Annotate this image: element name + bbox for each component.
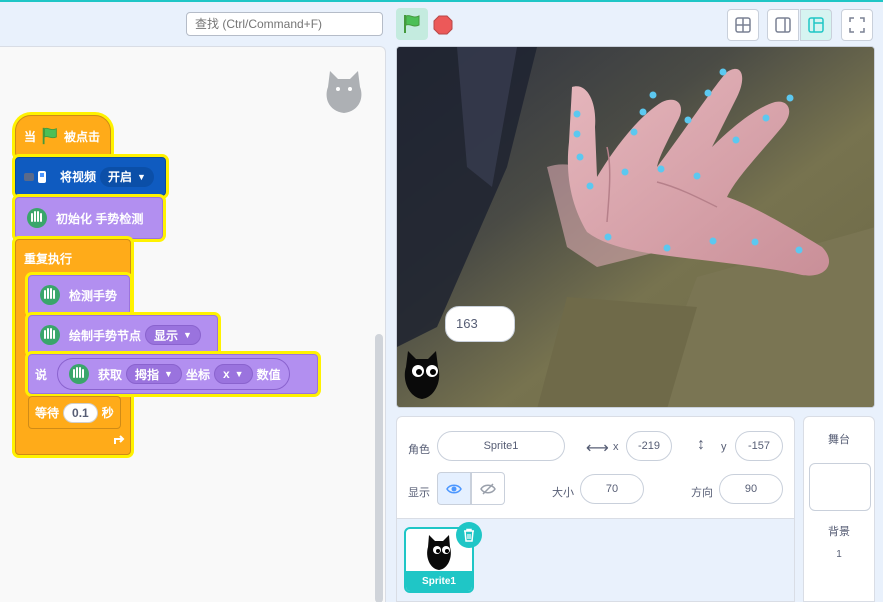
size-value: 70	[605, 483, 619, 495]
get-label: 获取	[98, 367, 123, 382]
loop-arrow-icon	[114, 435, 125, 444]
green-flag-button[interactable]	[396, 8, 428, 40]
video-label: 将视频	[60, 170, 97, 184]
backdrop-count: 1	[836, 549, 842, 560]
gesture-extension-icon	[24, 205, 50, 231]
wait-label: 等待	[35, 406, 60, 420]
stage-panel-title: 舞台	[828, 434, 850, 446]
large-stage-button[interactable]	[800, 9, 832, 41]
fullscreen-icon	[849, 17, 865, 33]
green-flag-icon	[42, 127, 57, 145]
stop-icon[interactable]	[433, 15, 453, 35]
eye-slash-icon	[480, 482, 496, 495]
chevron-down-icon: ▼	[164, 369, 173, 379]
y-label: y	[721, 441, 727, 453]
draw-state-dropdown[interactable]: 显示 ▼	[145, 325, 201, 345]
fullscreen-button[interactable]	[841, 9, 873, 41]
speech-bubble: 163	[445, 306, 515, 342]
y-input[interactable]: -157	[735, 431, 783, 461]
direction-input[interactable]: 90	[719, 474, 783, 504]
sprite-name-value: Sprite1	[483, 440, 519, 452]
video-state-value: 开启	[108, 170, 133, 184]
axis-dropdown[interactable]: x ▼	[213, 364, 253, 384]
draw-label: 绘制手势节点	[69, 328, 142, 343]
eye-icon	[446, 484, 462, 493]
draw-landmarks-block[interactable]: 绘制手势节点 显示 ▼	[28, 315, 218, 355]
when-flag-clicked-block[interactable]: 当 被点击	[15, 115, 111, 157]
show-label: 显示	[408, 487, 430, 499]
axis-value: x	[222, 367, 230, 381]
show-hidden-button[interactable]	[471, 472, 505, 505]
speech-text: 163	[456, 316, 478, 331]
small-stage-icon	[735, 17, 751, 33]
get-finger-coord-reporter[interactable]: 获取 拇指 ▼ 坐标 x ▼ 数值	[57, 358, 290, 390]
gesture-extension-icon	[37, 282, 63, 308]
size-input[interactable]: 70	[580, 474, 644, 504]
backdrop-thumbnail[interactable]	[809, 463, 871, 511]
sprite-label: 角色	[408, 444, 430, 456]
detect-gesture-block[interactable]: 检测手势	[28, 275, 130, 315]
gesture-extension-icon	[37, 322, 63, 348]
detect-label: 检测手势	[69, 288, 118, 303]
say-block[interactable]: 说 获取 拇指 ▼ 坐标 x ▼ 数值	[28, 354, 318, 394]
normal-stage-button[interactable]	[767, 9, 799, 41]
backdrop-label: 背景	[828, 526, 850, 538]
forever-label: 重复执行	[24, 252, 73, 266]
x-input[interactable]: -219	[626, 431, 672, 461]
chevron-down-icon: ▼	[234, 369, 244, 379]
video-sensing-icon	[24, 170, 46, 183]
chevron-down-icon: ▼	[137, 171, 146, 182]
hat-prefix-label: 当	[24, 129, 37, 144]
chevron-down-icon: ▼	[183, 330, 192, 340]
init-gesture-block[interactable]: 初始化 手势检测	[15, 197, 163, 239]
draw-state-value: 显示	[154, 328, 179, 343]
show-visible-button[interactable]	[437, 472, 471, 505]
sprite-tile-name: Sprite1	[406, 571, 472, 591]
finger-dropdown[interactable]: 拇指 ▼	[126, 364, 182, 384]
init-label: 初始化 手势检测	[56, 211, 144, 226]
stage-canvas[interactable]	[396, 46, 875, 408]
x-arrows-icon: ⟷	[586, 440, 609, 457]
y-value: -157	[747, 440, 771, 452]
layout-right-icon	[775, 17, 791, 33]
seconds-label: 秒	[101, 406, 114, 420]
layout-large-icon	[808, 17, 824, 33]
trash-icon	[464, 528, 474, 542]
video-state-dropdown[interactable]: 开启 ▼	[100, 166, 154, 187]
turn-video-block[interactable]: 将视频 开启 ▼	[15, 157, 166, 196]
search-input[interactable]	[186, 12, 383, 36]
coord-label: 坐标	[185, 367, 210, 382]
say-label: 说	[35, 367, 48, 382]
gesture-extension-icon	[66, 361, 92, 387]
sprite-cat-icon	[326, 71, 362, 113]
wait-block[interactable]: 等待 0.1 秒	[28, 396, 121, 429]
finger-value: 拇指	[135, 367, 160, 382]
small-stage-button[interactable]	[727, 9, 759, 41]
green-flag-icon	[404, 15, 420, 33]
value-label: 数值	[256, 367, 281, 382]
wait-input[interactable]: 0.1	[63, 402, 98, 423]
hat-suffix-label: 被点击	[64, 129, 101, 144]
sprite-name-input[interactable]: Sprite1	[437, 431, 565, 461]
x-value: -219	[637, 440, 661, 452]
webcam-video-frame	[397, 47, 874, 407]
toolbar	[0, 2, 883, 46]
code-scrollbar[interactable]	[375, 334, 383, 602]
x-label: x	[613, 441, 619, 453]
direction-label: 方向	[691, 487, 713, 499]
stage-selector-panel[interactable]: 舞台 背景 1	[803, 416, 875, 602]
y-arrows-icon: ↕	[697, 436, 705, 453]
sprite-info-panel: 角色 Sprite1 ⟷ x -219 ↕ y -157 显示 大小 70 方向…	[396, 416, 795, 519]
size-label: 大小	[552, 487, 574, 499]
direction-value: 90	[744, 483, 758, 495]
delete-sprite-button[interactable]	[456, 522, 482, 548]
